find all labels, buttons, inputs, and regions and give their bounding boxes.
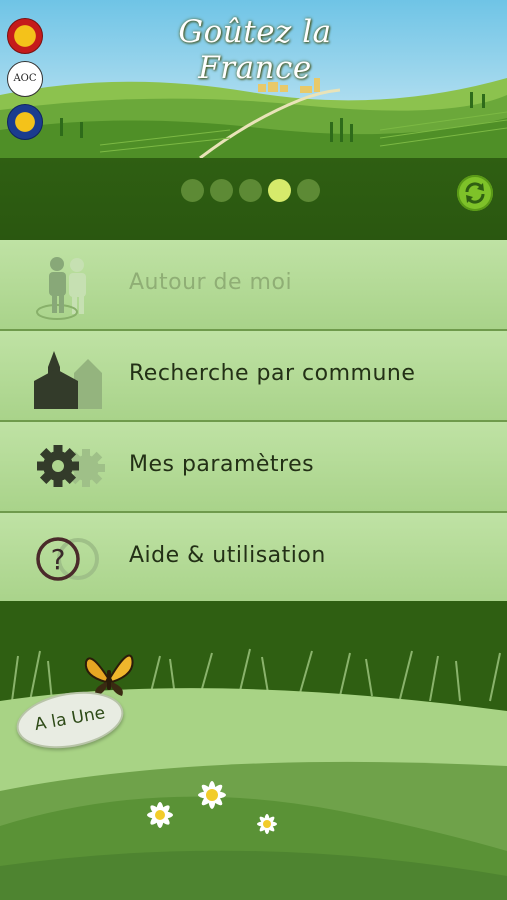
help-question-icon: ?	[36, 537, 99, 581]
meadow-illustration	[0, 601, 507, 900]
person-location-icon	[36, 257, 86, 320]
menu-label-mes-parametres: Mes paramètres	[129, 452, 315, 477]
menu-label-aide-utilisation: Aide & utilisation	[129, 543, 326, 568]
menu-label-recherche-par-commune: Recherche par commune	[129, 361, 416, 386]
menu-item-autour-de-moi[interactable]: Autour de moi	[0, 240, 507, 331]
svg-text:?: ?	[51, 543, 66, 576]
refresh-button[interactable]	[457, 175, 493, 211]
page-dot-3[interactable]	[239, 179, 262, 202]
main-menu: Autour de moi Recherche par commune Mes …	[0, 240, 507, 604]
menu-item-recherche-par-commune[interactable]: Recherche par commune	[0, 331, 507, 422]
page-indicator	[181, 179, 320, 202]
gear-icon	[37, 445, 105, 487]
igp-badge[interactable]	[7, 104, 43, 140]
page-dot-4-active[interactable]	[268, 179, 291, 202]
menu-label-autour-de-moi: Autour de moi	[129, 270, 293, 295]
page-dot-2[interactable]	[210, 179, 233, 202]
menu-item-aide-utilisation[interactable]: ? Aide & utilisation	[0, 513, 507, 604]
page-dot-5[interactable]	[297, 179, 320, 202]
aop-badge[interactable]	[7, 18, 43, 54]
page-dot-1[interactable]	[181, 179, 204, 202]
refresh-icon	[465, 182, 485, 204]
menu-item-mes-parametres[interactable]: Mes paramètres	[0, 422, 507, 513]
church-icon	[34, 351, 102, 409]
aoc-badge[interactable]: AOC	[7, 61, 43, 97]
butterfly-icon	[84, 654, 134, 696]
app-title: Goûtez la France	[178, 14, 332, 86]
header-banner: Goûtez la France AOC	[0, 0, 507, 158]
meadow-scene	[0, 601, 507, 900]
